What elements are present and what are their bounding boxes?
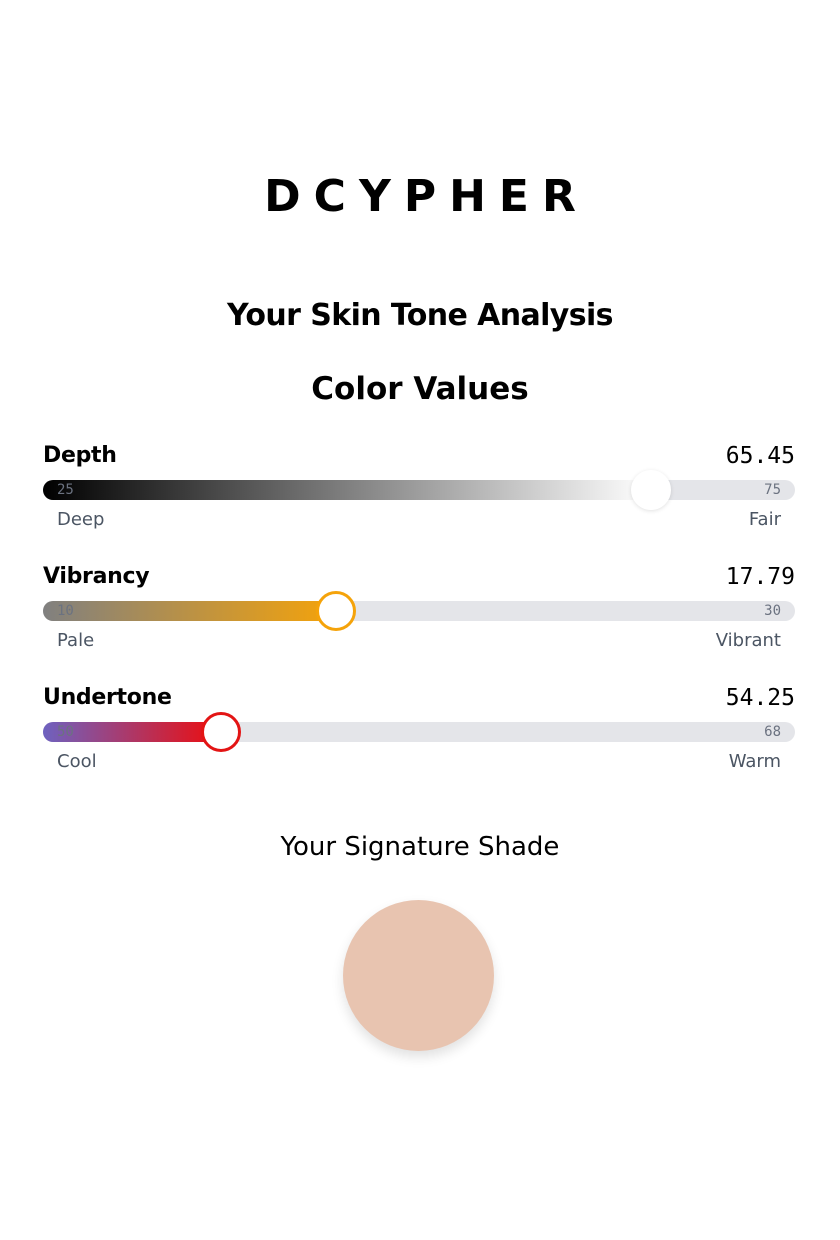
depth-slider-thumb[interactable] — [631, 470, 672, 510]
vibrancy-slider-thumb[interactable] — [315, 591, 356, 631]
range-min: 10 — [57, 603, 74, 619]
end-label-right: Vibrant — [715, 630, 781, 651]
metric-value: 65.45 — [725, 443, 795, 469]
metric-depth: Depth 65.45 25 75 Deep Fair — [43, 442, 795, 542]
range-max: 30 — [764, 603, 781, 619]
signature-shade-swatch — [343, 900, 494, 1051]
metric-name: Undertone — [43, 685, 172, 710]
undertone-slider-track[interactable]: 50 68 — [43, 712, 795, 752]
vibrancy-slider-fill — [43, 601, 336, 621]
depth-slider-fill — [43, 480, 652, 500]
section-title-color-values: Color Values — [311, 371, 529, 407]
end-label-left: Deep — [57, 509, 105, 530]
end-label-right: Fair — [748, 509, 781, 530]
undertone-slider-thumb[interactable] — [200, 712, 241, 752]
range-min: 25 — [57, 482, 74, 498]
brand-logo: DCYPHER — [264, 171, 589, 222]
metric-undertone: Undertone 54.25 50 68 Cool Warm — [43, 684, 795, 784]
metric-name: Vibrancy — [43, 564, 150, 589]
metric-value: 54.25 — [725, 685, 795, 711]
range-max: 68 — [764, 724, 781, 740]
metric-value: 17.79 — [725, 564, 795, 590]
vibrancy-slider-track[interactable]: 10 30 — [43, 591, 795, 631]
end-label-left: Cool — [57, 751, 97, 772]
range-max: 75 — [764, 482, 781, 498]
signature-shade-title: Your Signature Shade — [280, 832, 560, 862]
metric-name: Depth — [43, 443, 117, 468]
end-label-left: Pale — [57, 630, 95, 651]
range-min: 50 — [57, 724, 74, 740]
depth-slider-track[interactable]: 25 75 — [43, 470, 795, 510]
end-label-right: Warm — [728, 751, 781, 772]
page-title: Your Skin Tone Analysis — [227, 298, 614, 333]
metric-vibrancy: Vibrancy 17.79 10 30 Pale Vibrant — [43, 563, 795, 663]
